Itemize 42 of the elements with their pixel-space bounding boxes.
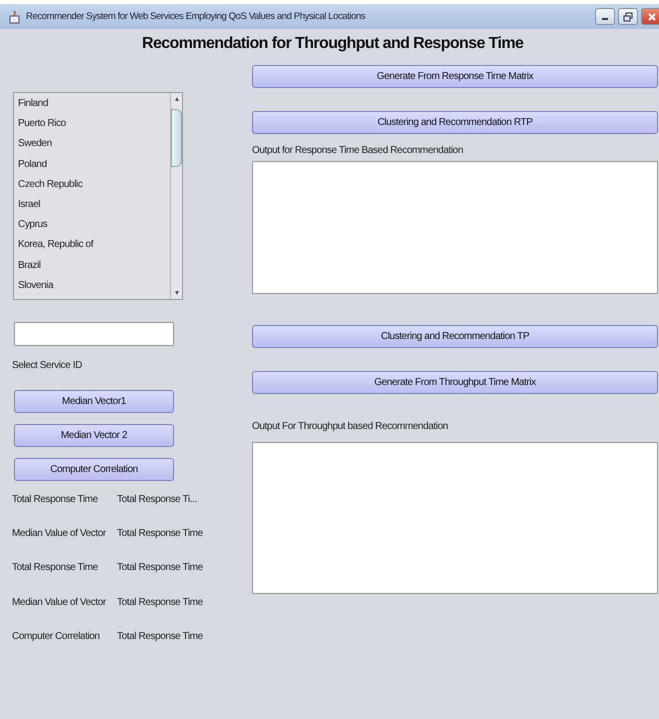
result-value: Total Response Time (117, 596, 204, 610)
action-button[interactable]: Generate From Response Time Matrix (252, 65, 658, 88)
result-value: Total Response Time (117, 630, 204, 644)
result-value: Total Response Ti... (117, 493, 198, 507)
result-value: Total Response Time (117, 561, 204, 576)
action-button[interactable]: Clustering and Recommendation RTP (252, 111, 658, 134)
result-label: Median Value of Vector (12, 527, 107, 542)
window-title: Recommender System for Web Services Employing QoS Values and Physical Locations (26, 11, 366, 22)
page-heading: Recommendation for Throughput and Response Time (142, 35, 524, 53)
service-id-field[interactable] (14, 322, 174, 346)
restore-icon (623, 12, 633, 22)
scrollbar[interactable] (170, 93, 182, 299)
field-label: Select Service ID (12, 360, 83, 371)
country-item[interactable]: Slovenia (18, 278, 170, 299)
result-value: Total Response Time (117, 527, 204, 542)
result-label: Total Response Time (12, 493, 99, 507)
restore-button[interactable] (618, 8, 638, 25)
country-item[interactable]: Korea, Republic of (18, 238, 170, 258)
country-item[interactable]: Sweden (18, 137, 170, 158)
country-item[interactable]: Israel (18, 198, 170, 218)
output-label: Output for Response Time Based Recommendation (252, 145, 464, 156)
result-label: Computer Correlation (12, 630, 101, 644)
action-button[interactable]: Computer Correlation (14, 458, 174, 481)
country-item[interactable]: Poland (18, 158, 170, 178)
result-label: Total Response Time (12, 561, 99, 576)
scroll-thumb[interactable] (171, 109, 182, 167)
country-item[interactable]: Puerto Rico (18, 117, 170, 138)
result-label: Median Value of Vector (12, 596, 107, 610)
country-list[interactable]: Finland Puerto Rico Sweden Poland Czech Republic Israel Cyprus Korea, Republic of Brazil Slovenia (13, 92, 183, 300)
cup-icon (9, 10, 21, 24)
action-button[interactable]: Clustering and Recommendation TP (252, 325, 658, 348)
country-item[interactable]: Cyprus (18, 218, 170, 238)
country-item[interactable]: Finland (18, 97, 170, 118)
close-icon (647, 12, 657, 22)
action-button[interactable]: Median Vector 2 (14, 424, 174, 447)
output-label: Output For Throughput based Recommendation (252, 421, 449, 432)
close-button[interactable] (641, 8, 659, 25)
country-item[interactable]: Brazil (18, 258, 170, 279)
country-item[interactable]: Czech Republic (18, 178, 170, 198)
action-button[interactable]: Generate From Throughput Time Matrix (252, 371, 658, 394)
minimize-button[interactable] (595, 8, 615, 25)
action-button[interactable]: Median Vector1 (14, 390, 174, 413)
